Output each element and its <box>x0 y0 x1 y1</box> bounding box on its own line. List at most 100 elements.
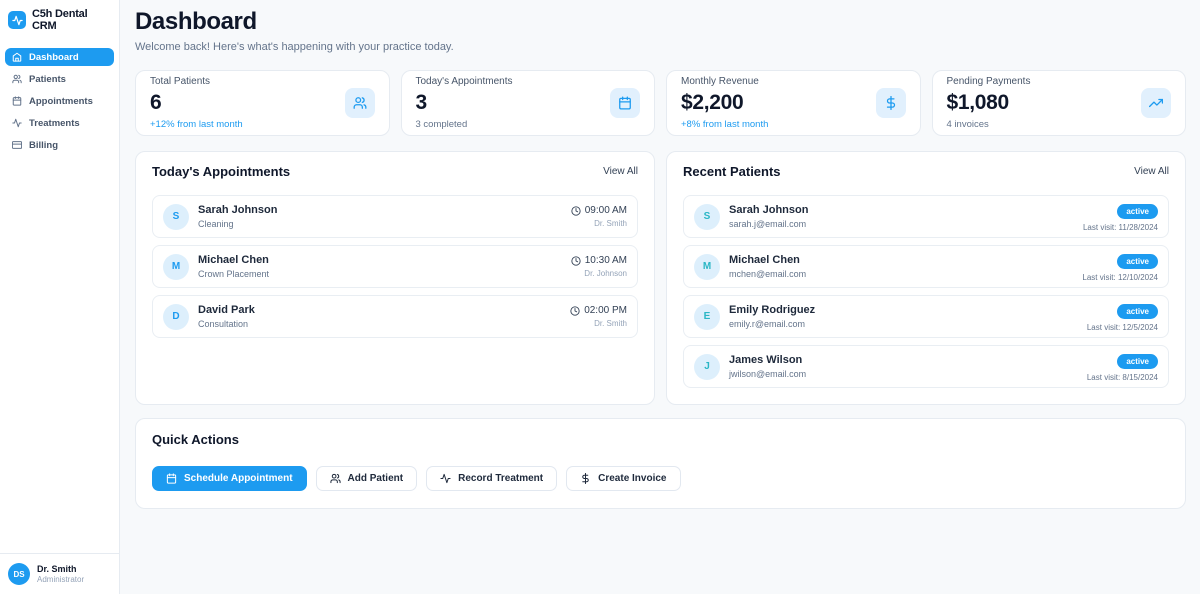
appointments-view-all-button[interactable]: View All <box>603 166 638 177</box>
users-icon <box>345 88 375 118</box>
users-icon <box>12 74 22 84</box>
stat-value: 6 <box>150 91 243 115</box>
activity-icon <box>12 118 22 128</box>
sidebar-nav: Dashboard Patients Appointments Treatmen… <box>0 48 119 154</box>
avatar: M <box>694 254 720 280</box>
appointment-doctor: Dr. Smith <box>571 219 627 228</box>
appointment-row[interactable]: M Michael Chen Crown Placement 10:30 AM … <box>152 245 638 288</box>
stat-value: $1,080 <box>947 91 1031 115</box>
stat-value: 3 <box>416 91 513 115</box>
stat-card-todays-appointments: Today's Appointments 3 3 completed <box>401 70 656 136</box>
calendar-icon <box>610 88 640 118</box>
appointments-list: S Sarah Johnson Cleaning 09:00 AM Dr. Sm… <box>152 195 638 338</box>
patient-row[interactable]: J James Wilson jwilson@email.com active … <box>683 345 1169 388</box>
home-icon <box>12 52 22 62</box>
appointment-treatment: Crown Placement <box>198 269 562 279</box>
patient-name: Sarah Johnson <box>729 204 1074 216</box>
credit-card-icon <box>12 140 22 150</box>
status-badge: active <box>1117 304 1158 319</box>
sidebar-item-treatments[interactable]: Treatments <box>5 114 114 132</box>
appointment-patient-name: Michael Chen <box>198 254 562 266</box>
stat-label: Today's Appointments <box>416 76 513 87</box>
appointment-treatment: Consultation <box>198 319 561 329</box>
patients-view-all-button[interactable]: View All <box>1134 166 1169 177</box>
add-patient-button[interactable]: Add Patient <box>316 466 418 491</box>
page-title: Dashboard <box>135 8 1186 36</box>
clock-icon <box>571 256 581 266</box>
sidebar-item-label: Billing <box>29 140 58 151</box>
stat-value: $2,200 <box>681 91 768 115</box>
appointment-patient-name: David Park <box>198 304 561 316</box>
appointment-doctor: Dr. Johnson <box>571 269 627 278</box>
stat-label: Pending Payments <box>947 76 1031 87</box>
stat-card-monthly-revenue: Monthly Revenue $2,200 +8% from last mon… <box>666 70 921 136</box>
appointment-doctor: Dr. Smith <box>570 319 627 328</box>
stats-row: Total Patients 6 +12% from last month To… <box>135 70 1186 136</box>
avatar: D <box>163 304 189 330</box>
button-label: Record Treatment <box>458 473 543 484</box>
appointment-row[interactable]: D David Park Consultation 02:00 PM Dr. S… <box>152 295 638 338</box>
main-content: Dashboard Welcome back! Here's what's ha… <box>120 0 1200 594</box>
patient-email: sarah.j@email.com <box>729 219 1074 229</box>
patient-name: Michael Chen <box>729 254 1073 266</box>
patient-row[interactable]: S Sarah Johnson sarah.j@email.com active… <box>683 195 1169 238</box>
patient-last-visit: Last visit: 12/10/2024 <box>1082 273 1158 282</box>
status-badge: active <box>1117 254 1158 269</box>
sidebar-item-billing[interactable]: Billing <box>5 136 114 154</box>
stat-card-pending-payments: Pending Payments $1,080 4 invoices <box>932 70 1187 136</box>
patient-email: jwilson@email.com <box>729 369 1078 379</box>
stat-card-total-patients: Total Patients 6 +12% from last month <box>135 70 390 136</box>
users-icon <box>330 473 341 484</box>
appointment-time: 10:30 AM <box>585 255 627 266</box>
appointment-row[interactable]: S Sarah Johnson Cleaning 09:00 AM Dr. Sm… <box>152 195 638 238</box>
sidebar-item-label: Patients <box>29 74 66 85</box>
button-label: Schedule Appointment <box>184 473 293 484</box>
patient-last-visit: Last visit: 8/15/2024 <box>1087 373 1158 382</box>
stat-sub: +12% from last month <box>150 119 243 130</box>
sidebar-item-label: Appointments <box>29 96 93 107</box>
stat-label: Monthly Revenue <box>681 76 768 87</box>
calendar-icon <box>12 96 22 106</box>
clock-icon <box>570 306 580 316</box>
quick-actions-panel: Quick Actions Schedule Appointment Add P… <box>135 418 1186 509</box>
patient-email: emily.r@email.com <box>729 319 1078 329</box>
appointment-time: 09:00 AM <box>585 205 627 216</box>
dollar-icon <box>580 473 591 484</box>
sidebar-item-appointments[interactable]: Appointments <box>5 92 114 110</box>
status-badge: active <box>1117 354 1158 369</box>
create-invoice-button[interactable]: Create Invoice <box>566 466 680 491</box>
appointment-time: 02:00 PM <box>584 305 627 316</box>
patients-list: S Sarah Johnson sarah.j@email.com active… <box>683 195 1169 388</box>
record-treatment-button[interactable]: Record Treatment <box>426 466 557 491</box>
avatar: S <box>694 204 720 230</box>
app-logo: C5h Dental CRM <box>0 0 119 42</box>
dollar-icon <box>876 88 906 118</box>
patient-row[interactable]: E Emily Rodriguez emily.r@email.com acti… <box>683 295 1169 338</box>
panels-row: Today's Appointments View All S Sarah Jo… <box>135 151 1186 405</box>
recent-patients-panel: Recent Patients View All S Sarah Johnson… <box>666 151 1186 405</box>
button-label: Add Patient <box>348 473 404 484</box>
sidebar-item-dashboard[interactable]: Dashboard <box>5 48 114 66</box>
sidebar-user[interactable]: DS Dr. Smith Administrator <box>0 553 119 594</box>
recent-patients-panel-title: Recent Patients <box>683 164 781 179</box>
sidebar-item-patients[interactable]: Patients <box>5 70 114 88</box>
activity-icon <box>440 473 451 484</box>
sidebar: C5h Dental CRM Dashboard Patients Appoin… <box>0 0 120 594</box>
stat-sub: +8% from last month <box>681 119 768 130</box>
avatar: M <box>163 254 189 280</box>
user-role: Administrator <box>37 575 84 584</box>
activity-logo-icon <box>8 11 26 29</box>
user-name: Dr. Smith <box>37 564 84 574</box>
quick-actions-buttons: Schedule Appointment Add Patient Record … <box>152 466 1169 491</box>
patient-last-visit: Last visit: 11/28/2024 <box>1083 223 1158 232</box>
button-label: Create Invoice <box>598 473 666 484</box>
stat-label: Total Patients <box>150 76 243 87</box>
patient-name: James Wilson <box>729 354 1078 366</box>
patient-name: Emily Rodriguez <box>729 304 1078 316</box>
quick-actions-title: Quick Actions <box>152 432 1169 447</box>
schedule-appointment-button[interactable]: Schedule Appointment <box>152 466 307 491</box>
sidebar-item-label: Dashboard <box>29 52 79 63</box>
status-badge: active <box>1117 204 1158 219</box>
patient-row[interactable]: M Michael Chen mchen@email.com active La… <box>683 245 1169 288</box>
appointments-panel-title: Today's Appointments <box>152 164 290 179</box>
